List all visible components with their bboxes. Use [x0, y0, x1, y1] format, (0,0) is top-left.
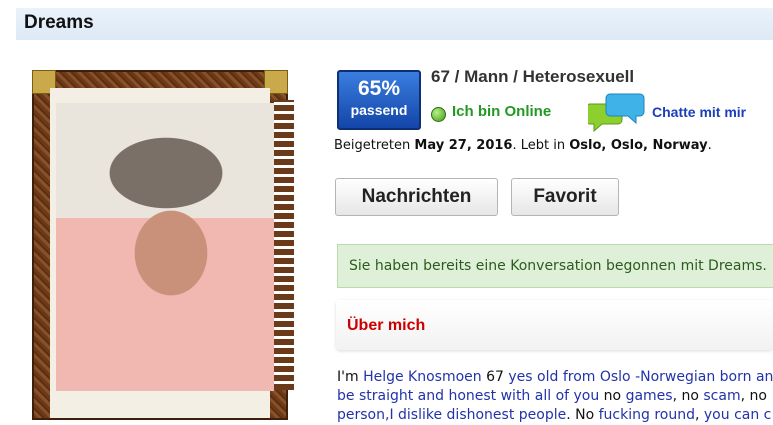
page-title: Dreams — [24, 12, 94, 33]
about-fragment: , no — [672, 388, 704, 404]
online-status-icon — [431, 107, 446, 122]
chat-with-me-link[interactable]: Chatte mit mir — [652, 104, 746, 120]
about-fragment[interactable]: yes old from Oslo -Norwegian born an — [508, 369, 773, 385]
match-badge: 65% passend — [337, 70, 421, 130]
profile-photo[interactable] — [56, 103, 274, 391]
about-fragment[interactable]: person,I dislike dishonest people — [337, 407, 566, 423]
about-fragment: I'm — [337, 369, 364, 385]
about-fragment: , — [694, 407, 704, 423]
chat-bubbles-icon[interactable] — [588, 92, 646, 134]
about-line: I'm Helge Knosmoen 67 yes old from Oslo … — [337, 368, 773, 387]
location-suffix: . — [707, 138, 712, 153]
profile-summary: 67 / Mann / Heterosexuell — [431, 67, 635, 86]
conversation-notice: Sie haben bereits eine Konversation bego… — [337, 244, 773, 288]
about-fragment[interactable]: Helge Knosmoen — [363, 369, 482, 385]
match-percent: 65% — [357, 77, 401, 100]
about-fragment[interactable]: games — [626, 388, 673, 404]
about-fragment: , no — [740, 388, 767, 404]
match-label: passend — [350, 102, 408, 118]
joined-prefix: Beigetreten — [334, 138, 411, 153]
favorite-button[interactable]: Favorit — [511, 178, 619, 216]
about-line: be straight and honest with all of you n… — [337, 387, 773, 406]
about-fragment[interactable]: be straight and honest with all of you — [337, 388, 599, 404]
about-line: person,I dislike dishonest people. No fu… — [337, 406, 773, 425]
joined-date: May 27, 2016 — [414, 138, 513, 153]
about-fragment: no — [599, 388, 626, 404]
about-text: I'm Helge Knosmoen 67 yes old from Oslo … — [337, 368, 773, 425]
about-fragment[interactable]: scam — [703, 388, 740, 404]
about-fragment[interactable]: you can c — [704, 407, 771, 423]
messages-button[interactable]: Nachrichten — [335, 178, 498, 216]
about-fragment: . No — [566, 407, 599, 423]
about-section-title: Über mich — [347, 317, 426, 334]
online-status: Ich bin Online — [452, 103, 552, 120]
header-bar — [16, 8, 773, 40]
joined-info: Beigetreten May 27, 2016. Lebt in Oslo, … — [334, 138, 712, 153]
about-fragment[interactable]: fucking round — [599, 407, 695, 423]
location: Oslo, Oslo, Norway — [569, 138, 708, 153]
location-prefix: . Lebt in — [512, 138, 566, 153]
about-fragment: 67 — [481, 369, 509, 385]
photo-frame-edge — [274, 100, 294, 390]
